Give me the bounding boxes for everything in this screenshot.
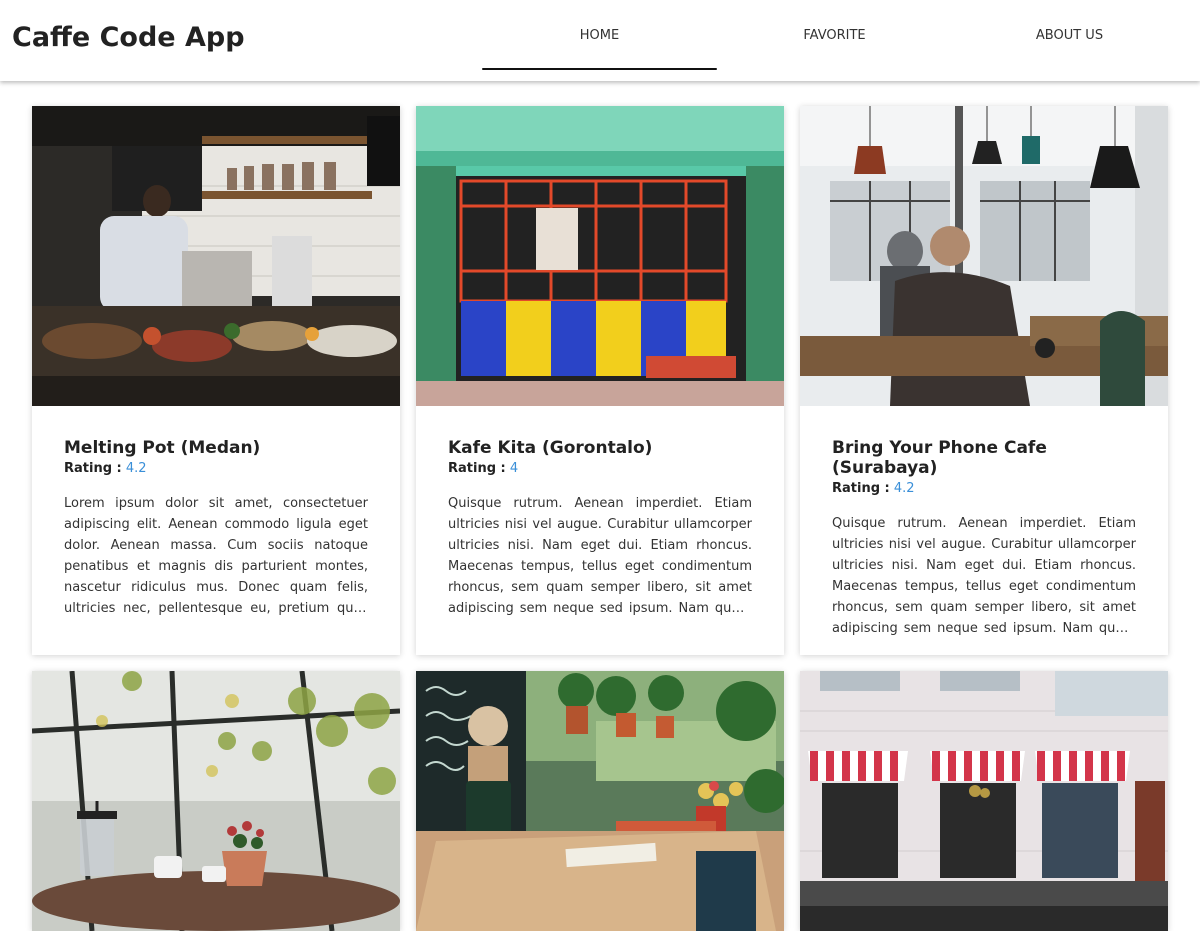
rating-value: 4.2: [125, 461, 147, 476]
nav-about-us-tab[interactable]: ABOUT US: [952, 0, 1187, 70]
cafe-card-body: Melting Pot (Medan) Rating : 4.2 Lorem i…: [32, 406, 400, 619]
cafe-description: Quisque rutrum. Aenean imperdiet. Etiam …: [448, 496, 752, 616]
cafe-card[interactable]: [32, 671, 400, 931]
cafe-description: Quisque rutrum. Aenean imperdiet. Etiam …: [832, 516, 1136, 636]
rating-value: 4: [509, 461, 519, 476]
cafe-card[interactable]: Melting Pot (Medan) Rating : 4.2 Lorem i…: [32, 106, 400, 655]
cafe-card[interactable]: Bring Your Phone Cafe (Surabaya) Rating …: [800, 106, 1168, 655]
cafe-card[interactable]: Kafe Kita (Gorontalo) Rating : 4 Quisque…: [416, 106, 784, 655]
cafe-photo-storefront: [416, 106, 784, 406]
nav-favorite-tab[interactable]: FAVORITE: [717, 0, 952, 70]
cafe-name: Melting Pot (Medan): [64, 438, 261, 458]
app-bar: Caffe Code App HOME FAVORITE ABOUT US: [0, 0, 1200, 81]
main-nav: HOME FAVORITE ABOUT US: [482, 0, 1200, 81]
cafe-card-body: Kafe Kita (Gorontalo) Rating : 4 Quisque…: [416, 406, 784, 619]
cafe-rating: Rating : 4: [448, 461, 752, 476]
cafe-card[interactable]: [416, 671, 784, 931]
cafe-card[interactable]: [800, 671, 1168, 931]
cafe-photo-interior: [800, 106, 1168, 406]
cafe-photo-greenhouse: [32, 671, 400, 931]
cafe-name: Bring Your Phone Cafe (Surabaya): [832, 438, 1047, 478]
cafe-rating: Rating : 4.2: [832, 481, 1136, 496]
rating-label: Rating :: [448, 461, 506, 476]
cafe-description: Lorem ipsum dolor sit amet, consectetuer…: [64, 496, 368, 616]
cafe-name: Kafe Kita (Gorontalo): [448, 438, 653, 458]
cafe-rating: Rating : 4.2: [64, 461, 368, 476]
cafe-photo-awning-storefront: [800, 671, 1168, 931]
rating-label: Rating :: [64, 461, 122, 476]
cafe-photo-garden-patio: [416, 671, 784, 931]
cafe-photo-kitchen: [32, 106, 400, 406]
rating-value: 4.2: [893, 481, 915, 496]
cafe-list: Melting Pot (Medan) Rating : 4.2 Lorem i…: [32, 106, 1168, 931]
rating-label: Rating :: [832, 481, 890, 496]
cafe-card-body: Bring Your Phone Cafe (Surabaya) Rating …: [800, 406, 1168, 639]
app-title: Caffe Code App: [12, 22, 245, 53]
nav-home-tab[interactable]: HOME: [482, 0, 717, 70]
